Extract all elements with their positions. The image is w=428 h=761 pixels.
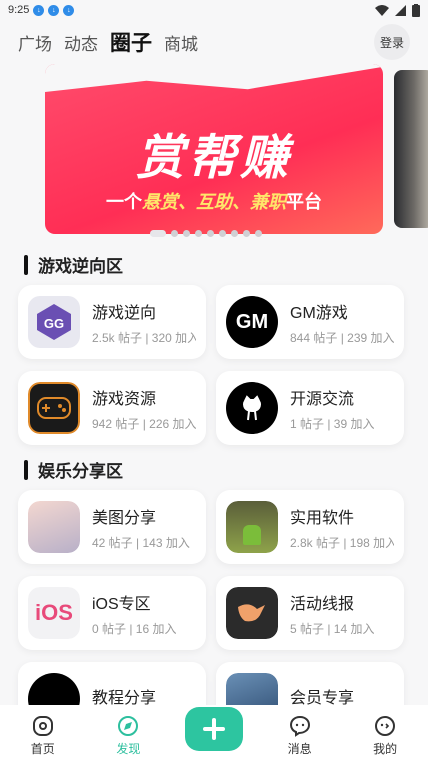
circle-card[interactable]: iOS iOS专区 0 帖子 | 16 加入 [18, 576, 206, 650]
login-button[interactable]: 登录 [374, 24, 410, 60]
notification-icon: ↓ [48, 4, 60, 16]
nav-create[interactable] [179, 707, 249, 757]
circle-stats: 942 帖子 | 226 加入 [92, 416, 196, 431]
circle-stats: 844 帖子 | 239 加入 [290, 330, 394, 345]
signal-icon [395, 4, 406, 16]
banner-carousel[interactable]: 赏帮赚 一个悬赏、互助、兼职平台 [0, 64, 428, 240]
section-title: 娱乐分享区 [24, 457, 428, 482]
circle-stats: 5 帖子 | 14 加入 [290, 621, 375, 636]
circle-stats: 0 帖子 | 16 加入 [92, 621, 177, 636]
github-icon [226, 382, 278, 434]
carousel-dot[interactable] [207, 230, 214, 237]
status-bar: 9:25 ↓ ↓ ↓ [0, 0, 428, 20]
carousel-dot[interactable] [150, 230, 166, 237]
message-icon [289, 715, 310, 737]
profile-icon [375, 716, 396, 736]
nav-messages[interactable]: 消息 [265, 714, 335, 757]
circle-stats: 42 帖子 | 143 加入 [92, 535, 190, 550]
ios-icon: iOS [28, 587, 80, 639]
nav-home[interactable]: 首页 [8, 714, 78, 757]
circle-name: 美图分享 [92, 509, 157, 527]
tab-circles[interactable]: 圈子 [110, 27, 152, 57]
carousel-dot[interactable] [219, 230, 226, 237]
compass-icon [118, 716, 139, 736]
gg-icon: GG [28, 296, 80, 348]
anime-art-icon [28, 501, 80, 553]
nav-discover[interactable]: 发现 [93, 714, 163, 757]
circle-card[interactable]: 开源交流 1 帖子 | 39 加入 [216, 371, 404, 445]
circle-name: iOS专区 [92, 595, 151, 613]
circle-name: 活动线报 [290, 595, 355, 613]
banner-title: 赏帮赚 [135, 132, 292, 185]
tab-square[interactable]: 广场 [18, 30, 52, 55]
gm-icon: GM [226, 296, 278, 348]
section-title: 游戏逆向区 [24, 252, 428, 277]
circle-name: 实用软件 [290, 509, 355, 527]
circle-card[interactable]: GG 游戏逆向 2.5k 帖子 | 320 加入 [18, 285, 206, 359]
svg-text:GG: GG [44, 316, 64, 331]
gamepad-icon [28, 382, 80, 434]
circle-card[interactable]: 活动线报 5 帖子 | 14 加入 [216, 576, 404, 650]
circle-stats: 1 帖子 | 39 加入 [290, 416, 375, 431]
android-umbrella-icon [226, 501, 278, 553]
notification-icon: ↓ [63, 4, 75, 16]
carousel-dot[interactable] [231, 230, 238, 237]
nav-profile[interactable]: 我的 [350, 714, 420, 757]
notification-icon: ↓ [33, 4, 45, 16]
circle-stats: 2.5k 帖子 | 320 加入 [92, 330, 196, 345]
tab-mall[interactable]: 商城 [164, 30, 198, 55]
circle-stats: 2.8k 帖子 | 198 加入 [290, 535, 394, 550]
circle-name: GM游戏 [290, 304, 348, 322]
tab-feed[interactable]: 动态 [64, 30, 98, 55]
banner-next-slide[interactable] [394, 70, 428, 228]
carousel-dot[interactable] [195, 230, 202, 237]
wifi-icon [375, 4, 389, 16]
bottom-tabbar: 首页 发现 消息 我的 [0, 705, 428, 761]
circle-name: 游戏资源 [92, 390, 157, 408]
circle-grid: 美图分享 42 帖子 | 143 加入 实用软件 2.8k 帖子 | 198 加入 iO… [0, 490, 428, 736]
top-nav: 广场 动态 圈子 商城 登录 [0, 20, 428, 64]
circle-name: 游戏逆向 [92, 304, 157, 322]
circle-name: 开源交流 [290, 390, 355, 408]
circle-card[interactable]: 美图分享 42 帖子 | 143 加入 [18, 490, 206, 564]
status-time: 9:25 [8, 4, 30, 16]
banner-slide[interactable]: 赏帮赚 一个悬赏、互助、兼职平台 [45, 64, 383, 234]
carousel-dot[interactable] [255, 230, 262, 237]
circle-card[interactable]: 实用软件 2.8k 帖子 | 198 加入 [216, 490, 404, 564]
carousel-dot[interactable] [243, 230, 250, 237]
banner-subtitle: 一个悬赏、互助、兼职平台 [106, 192, 322, 212]
bird-icon [226, 587, 278, 639]
home-icon [32, 716, 53, 736]
plus-icon [184, 707, 243, 751]
circle-card[interactable]: 游戏资源 942 帖子 | 226 加入 [18, 371, 206, 445]
battery-icon [412, 3, 420, 17]
carousel-indicator [150, 230, 262, 237]
carousel-dot[interactable] [183, 230, 190, 237]
carousel-dot[interactable] [171, 230, 178, 237]
circle-card[interactable]: GM GM游戏 844 帖子 | 239 加入 [216, 285, 404, 359]
circle-grid: GG 游戏逆向 2.5k 帖子 | 320 加入 GM GM游戏 844 帖子 | 239… [0, 285, 428, 445]
